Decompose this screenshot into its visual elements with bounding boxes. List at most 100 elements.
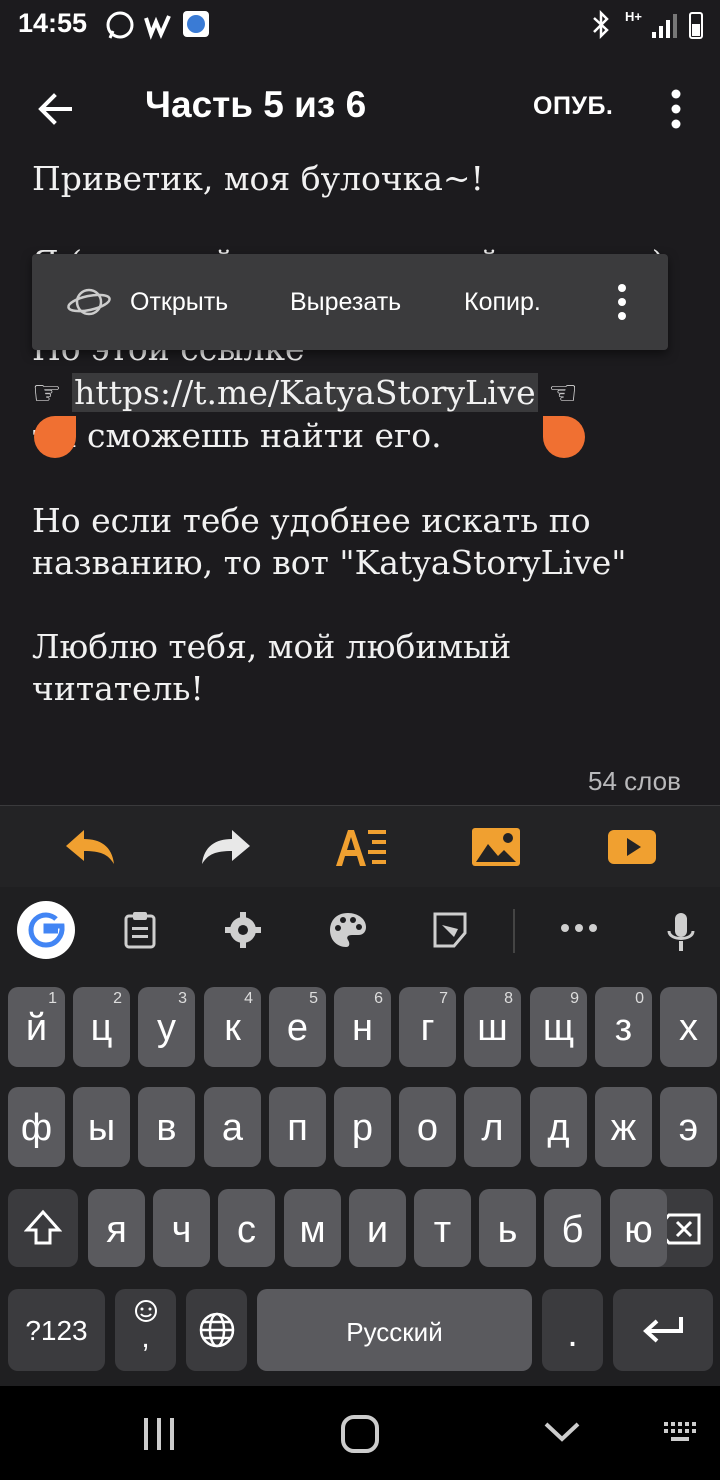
more-vert-icon[interactable] [610, 282, 634, 322]
key-ь[interactable]: ь [479, 1189, 536, 1267]
key-б[interactable]: б [544, 1189, 601, 1267]
back-icon[interactable] [543, 1420, 581, 1444]
shift-key[interactable] [8, 1189, 78, 1267]
key-й[interactable]: й1 [8, 987, 65, 1067]
open-menu-item[interactable]: Открыть [130, 288, 228, 317]
browser-icon[interactable] [66, 282, 112, 322]
key-label: р [351, 1107, 374, 1149]
key-к[interactable]: к4 [204, 987, 261, 1067]
key-э[interactable]: э [660, 1087, 717, 1167]
key-и[interactable]: и [349, 1189, 406, 1267]
key-label: з [614, 1007, 633, 1049]
emoji-comma-key[interactable]: , [115, 1289, 176, 1371]
period-key[interactable]: . [542, 1289, 603, 1371]
network-type: H+ [625, 9, 642, 24]
key-т[interactable]: т [414, 1189, 471, 1267]
key-ф[interactable]: ф [8, 1087, 65, 1167]
key-label: т [433, 1209, 452, 1251]
wattpad-icon [144, 15, 171, 40]
clipboard-icon[interactable] [122, 911, 158, 949]
key-ы[interactable]: ы [73, 1087, 130, 1167]
home-icon[interactable] [340, 1414, 380, 1454]
key-ж[interactable]: ж [595, 1087, 652, 1167]
page-title: Часть 5 из 6 [145, 84, 367, 125]
publish-button[interactable]: ОПУБ. [533, 92, 613, 121]
globe-icon [199, 1312, 235, 1348]
key-label: щ [542, 1007, 575, 1049]
key-number-hint: 5 [309, 990, 318, 1007]
text-format-icon[interactable] [334, 824, 388, 870]
app-icon [183, 11, 209, 37]
key-ш[interactable]: ш8 [464, 987, 521, 1067]
key-label: ч [171, 1209, 192, 1251]
key-number-hint: 3 [178, 990, 187, 1007]
key-о[interactable]: о [399, 1087, 456, 1167]
toolbar-divider [513, 909, 515, 953]
key-з[interactable]: з0 [595, 987, 652, 1067]
keyboard: ?123 , Русский . й1ц2у3к4е5н6г7ш8щ9з0хфы… [0, 887, 720, 1387]
text-selection-menu: Открыть Вырезать Копир. [32, 254, 668, 350]
key-е[interactable]: е5 [269, 987, 326, 1067]
period-label: . [567, 1313, 578, 1355]
language-key[interactable] [186, 1289, 247, 1371]
copy-menu-item[interactable]: Копир. [464, 288, 541, 317]
key-г[interactable]: г7 [399, 987, 456, 1067]
key-я[interactable]: я [88, 1189, 145, 1267]
key-number-hint: 9 [570, 990, 579, 1007]
status-bar: 14:55 H+ [0, 0, 720, 50]
recents-icon[interactable] [142, 1416, 176, 1452]
symbols-key[interactable]: ?123 [8, 1289, 105, 1371]
selection-start-handle[interactable] [34, 416, 76, 458]
key-щ[interactable]: щ9 [530, 987, 587, 1067]
key-label: х [679, 1007, 698, 1049]
key-п[interactable]: п [269, 1087, 326, 1167]
key-у[interactable]: у3 [138, 987, 195, 1067]
cut-menu-item[interactable]: Вырезать [290, 288, 401, 317]
key-ч[interactable]: ч [153, 1189, 210, 1267]
text-line: ты сможешь найти его. [32, 416, 442, 455]
key-х[interactable]: х [660, 987, 717, 1067]
palette-icon[interactable] [328, 911, 368, 949]
text-line: Но если тебе удобнее искать по [32, 501, 591, 540]
key-л[interactable]: л [464, 1087, 521, 1167]
undo-icon[interactable] [64, 824, 118, 870]
space-label: Русский [346, 1317, 443, 1347]
mic-icon[interactable] [666, 911, 696, 953]
selected-link[interactable]: https://t.me/KatyaStoryLive [72, 373, 538, 412]
video-icon[interactable] [606, 824, 660, 870]
key-в[interactable]: в [138, 1087, 195, 1167]
more-icon[interactable] [560, 921, 598, 935]
image-icon[interactable] [470, 824, 524, 870]
key-label: я [106, 1209, 127, 1251]
keyboard-icon[interactable] [664, 1422, 698, 1444]
space-key[interactable]: Русский [257, 1289, 532, 1371]
key-label: б [561, 1209, 584, 1251]
more-vert-icon[interactable] [660, 84, 692, 134]
key-а[interactable]: а [204, 1087, 261, 1167]
back-arrow-icon[interactable] [30, 82, 84, 136]
key-label: а [221, 1107, 244, 1149]
key-с[interactable]: с [218, 1189, 275, 1267]
key-м[interactable]: м [284, 1189, 341, 1267]
key-label: ш [477, 1007, 508, 1049]
battery-icon [689, 12, 703, 39]
selection-end-handle[interactable] [543, 416, 585, 458]
enter-key[interactable] [613, 1289, 713, 1371]
key-ю[interactable]: ю [610, 1189, 667, 1267]
status-time: 14:55 [18, 8, 88, 38]
key-д[interactable]: д [530, 1087, 587, 1167]
key-label: с [237, 1209, 256, 1251]
key-ц[interactable]: ц2 [73, 987, 130, 1067]
key-number-hint: 4 [244, 990, 253, 1007]
story-editor[interactable]: Приветик, моя булочка~! Я (скрытый напеч… [0, 150, 720, 805]
stickers-icon[interactable] [432, 911, 468, 949]
key-н[interactable]: н6 [334, 987, 391, 1067]
redo-icon[interactable] [198, 824, 252, 870]
key-р[interactable]: р [334, 1087, 391, 1167]
enter-icon [643, 1317, 683, 1343]
key-label: е [286, 1007, 309, 1049]
google-icon[interactable] [16, 900, 76, 960]
settings-icon[interactable] [224, 911, 262, 949]
app-bar: Часть 5 из 6 ОПУБ. [0, 60, 720, 155]
key-label: у [157, 1007, 176, 1049]
